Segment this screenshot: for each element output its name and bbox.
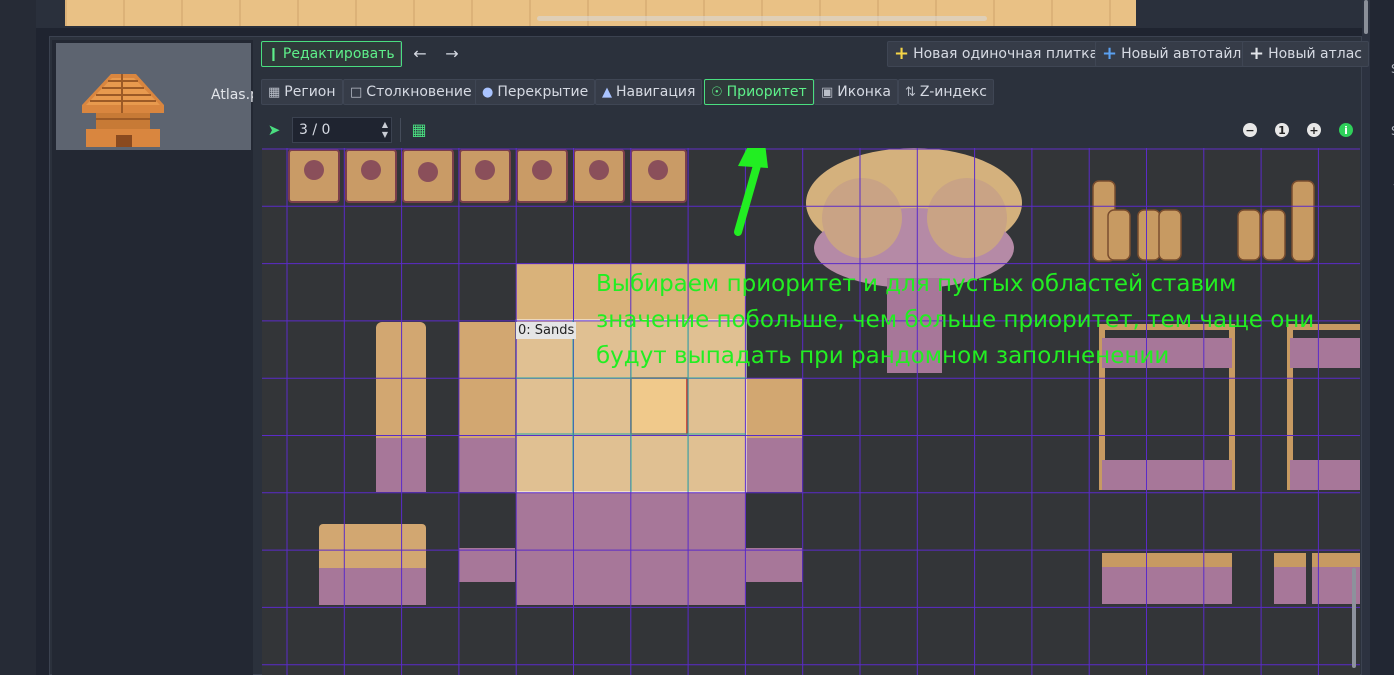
- info-button[interactable]: i: [1339, 123, 1353, 137]
- select-tool-button[interactable]: ➤: [262, 117, 286, 143]
- right-vertical-scrollbar[interactable]: [1362, 0, 1370, 675]
- tab-region[interactable]: ▦ Регион: [261, 79, 343, 105]
- arrow-right-icon: →: [445, 44, 459, 63]
- toolbar-separator: [400, 118, 401, 142]
- upper-tilemap-preview: [65, 0, 1136, 26]
- tileset-canvas[interactable]: [262, 148, 1360, 675]
- new-atlas-label: Новый атлас: [1268, 46, 1362, 62]
- inspector-panel-edge: [1370, 0, 1394, 675]
- zoom-in-button[interactable]: +: [1307, 123, 1321, 137]
- plus-white-icon: +: [1249, 43, 1265, 64]
- new-atlas-button[interactable]: + Новый атлас: [1242, 41, 1369, 67]
- annotation-text: Выбираем приоритет и для пустых областей…: [596, 271, 1315, 369]
- canvas-vertical-scrollbar[interactable]: [1352, 568, 1356, 668]
- grid-icon: ▦: [411, 120, 427, 139]
- info-icon: i: [1344, 123, 1348, 137]
- edit-button-label: Редактировать: [282, 46, 395, 62]
- tileset-canvas-drawing: [262, 148, 1360, 675]
- tab-region-label: Регион: [284, 84, 336, 100]
- grid-snap-button[interactable]: ▦: [407, 117, 431, 143]
- tab-collision[interactable]: □ Столкновение: [343, 79, 479, 105]
- image-icon: ▣: [821, 84, 834, 100]
- left-dock-gutter: [0, 0, 36, 675]
- minus-icon: −: [1245, 123, 1255, 137]
- texture-list-item-label: Atlas.png: [211, 87, 253, 103]
- tab-occlusion-label: Перекрытие: [497, 84, 589, 100]
- z-index-icon: ⇅: [905, 84, 916, 100]
- occlusion-icon: ●: [482, 84, 494, 100]
- new-single-tile-button[interactable]: + Новая одиночная плитка: [887, 41, 1106, 67]
- tab-collision-label: Столкновение: [366, 84, 472, 100]
- cursor-arrow-icon: ➤: [267, 120, 281, 139]
- edit-button[interactable]: ❙ Редактировать: [261, 41, 402, 67]
- tab-priority[interactable]: ☉ Приоритет: [704, 79, 814, 105]
- zoom-reset-button[interactable]: 1: [1275, 123, 1289, 137]
- tab-priority-label: Приоритет: [726, 84, 807, 100]
- right-scroll-thumb[interactable]: [1364, 0, 1368, 34]
- plus-icon: +: [1309, 123, 1319, 137]
- new-autotile-label: Новый автотайл: [1121, 46, 1242, 62]
- collision-icon: □: [350, 84, 363, 100]
- tab-navigation-label: Навигация: [616, 84, 696, 100]
- new-autotile-button[interactable]: + Новый автотайл: [1095, 41, 1249, 67]
- plus-yellow-icon: +: [894, 43, 910, 64]
- zoom-out-button[interactable]: −: [1243, 123, 1257, 137]
- arrow-left-icon: ←: [413, 44, 427, 63]
- tab-z-index[interactable]: ⇅ Z-индекс: [898, 79, 995, 105]
- priority-icon: ☉: [711, 84, 723, 100]
- toolbar-separator: [400, 42, 401, 66]
- spinbox-arrows-icon[interactable]: ▲ ▼: [382, 120, 388, 140]
- tab-occlusion[interactable]: ● Перекрытие: [475, 79, 596, 105]
- upper-horizontal-scrollbar[interactable]: [537, 16, 987, 21]
- region-name-label: 0: Sands: [516, 322, 577, 339]
- new-single-tile-label: Новая одиночная плитка: [913, 46, 1099, 62]
- tab-icon-label: Иконка: [837, 84, 891, 100]
- priority-spinbox[interactable]: 3 / 0 ▲ ▼: [292, 117, 392, 143]
- tab-navigation[interactable]: ▲ Навигация: [595, 79, 703, 105]
- next-arrow-button[interactable]: →: [440, 41, 464, 67]
- tab-icon[interactable]: ▣ Иконка: [814, 79, 898, 105]
- annotation-arrow-icon: [734, 148, 768, 236]
- plus-blue-icon: +: [1102, 43, 1118, 64]
- selected-tile-marker: [630, 377, 688, 435]
- previous-arrow-button[interactable]: ←: [408, 41, 432, 67]
- edit-icon: ❙: [268, 46, 279, 62]
- tab-z-index-label: Z-индекс: [919, 84, 988, 100]
- zoom-reset-label: 1: [1278, 123, 1286, 137]
- navigation-icon: ▲: [602, 84, 612, 100]
- priority-spinbox-value: 3 / 0: [299, 122, 331, 138]
- region-icon: ▦: [268, 84, 281, 100]
